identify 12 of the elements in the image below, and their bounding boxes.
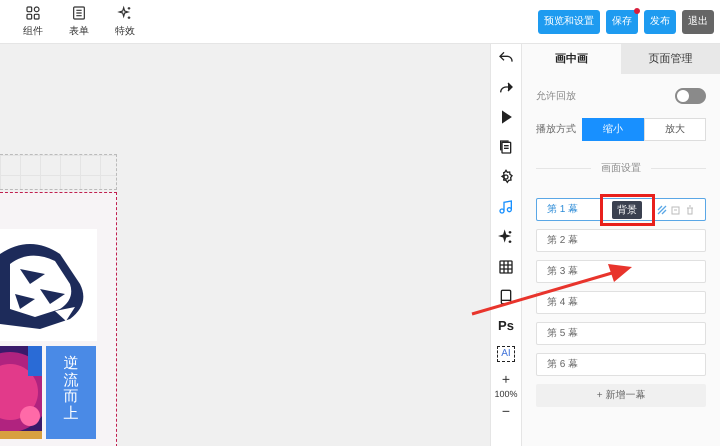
scene-label: 第 6 幕 (547, 358, 578, 372)
scene-label: 第 2 幕 (547, 234, 578, 248)
mode-label: 播放方式 (536, 122, 577, 137)
scene-label: 第 3 幕 (547, 264, 578, 279)
section-title: 画面设置 (601, 162, 641, 176)
scene-label: 第 4 幕 (547, 296, 578, 310)
scene-label: 第 1 幕 (547, 202, 578, 217)
zoom-level: 100% (494, 388, 518, 401)
tooltip: 背景 (612, 201, 642, 219)
tile-text: 逆流而上 (64, 356, 78, 424)
replay-label: 允许回放 (536, 90, 576, 104)
scene-label: 第 5 幕 (547, 326, 578, 341)
